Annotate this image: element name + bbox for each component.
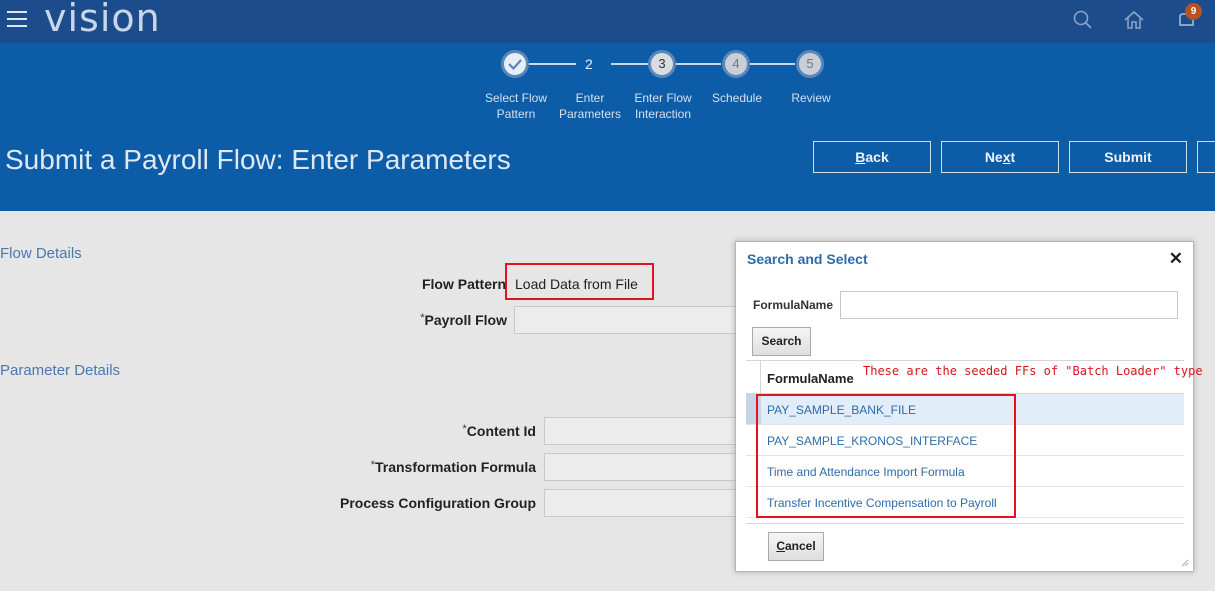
train-step-label-3[interactable]: Enter Flow Interaction bbox=[623, 90, 703, 122]
flow-pattern-highlight bbox=[505, 263, 654, 300]
cancel-button[interactable]: Cancel bbox=[768, 532, 824, 561]
payroll-flow-input[interactable] bbox=[514, 306, 736, 334]
search-and-select-dialog: Search and Select ✕ FormulaName Search F… bbox=[735, 241, 1203, 572]
next-label-prefix: Ne bbox=[984, 149, 1003, 165]
formula-name-column-header[interactable]: FormulaName bbox=[767, 371, 854, 386]
train-step-label-line: Parameters bbox=[558, 107, 622, 121]
checkmark-icon bbox=[508, 59, 522, 71]
flow-pattern-label: Flow Pattern bbox=[421, 276, 506, 292]
train-connector bbox=[676, 63, 721, 65]
content-id-label-text: Content Id bbox=[466, 423, 536, 439]
cancel-hotkey: C bbox=[776, 539, 785, 553]
train-step-3[interactable]: 3 bbox=[648, 50, 676, 78]
train-step-label-5[interactable]: Review bbox=[771, 90, 851, 106]
train-step-label-line: Schedule bbox=[711, 91, 763, 105]
train-connector bbox=[611, 63, 648, 65]
back-hotkey: B bbox=[855, 149, 866, 165]
train-step-1-done[interactable] bbox=[501, 50, 529, 78]
cancel-label-rest: ancel bbox=[784, 539, 816, 553]
app-logo[interactable]: vision bbox=[44, 0, 161, 40]
back-button[interactable]: Back bbox=[813, 141, 931, 173]
transformation-formula-label-text: Transformation Formula bbox=[374, 459, 536, 475]
back-label-rest: ack bbox=[865, 149, 889, 165]
process-configuration-group-input[interactable] bbox=[544, 489, 736, 517]
train-step-label-line: Interaction bbox=[634, 107, 692, 121]
next-hotkey: x bbox=[1002, 149, 1011, 165]
formula-name-label: FormulaName bbox=[753, 298, 834, 312]
formula-name-input[interactable] bbox=[840, 291, 1178, 319]
transformation-formula-label: *Transformation Formula bbox=[340, 459, 536, 475]
close-icon[interactable]: ✕ bbox=[1169, 249, 1183, 269]
dialog-title: Search and Select bbox=[747, 251, 868, 267]
train-step-label-line: Enter Flow bbox=[634, 91, 692, 105]
content-id-label: *Content Id bbox=[400, 423, 537, 439]
row-selector-header bbox=[746, 361, 761, 394]
annotation-note: These are the seeded FFs of "Batch Loade… bbox=[863, 364, 1203, 378]
page-title: Submit a Payroll Flow: Enter Parameters bbox=[5, 144, 511, 175]
process-configuration-group-label: Process Configuration Group bbox=[339, 495, 536, 511]
train-step-label-4[interactable]: Schedule bbox=[697, 90, 777, 106]
flow-details-title[interactable]: Flow Details bbox=[0, 245, 82, 262]
next-button[interactable]: Next bbox=[941, 141, 1059, 173]
train-connector bbox=[529, 63, 576, 65]
train-connector bbox=[750, 63, 795, 65]
dialog-divider bbox=[746, 523, 1184, 524]
train-step-2-current: 2 bbox=[585, 56, 593, 72]
search-button[interactable]: Search bbox=[752, 327, 811, 356]
notification-count-badge: 9 bbox=[1185, 3, 1202, 20]
train-step-5[interactable]: 5 bbox=[796, 50, 824, 78]
submit-button[interactable]: Submit bbox=[1069, 141, 1187, 173]
seeded-formulas-highlight bbox=[756, 394, 1016, 518]
results-header: FormulaName These are the seeded FFs of … bbox=[746, 361, 1203, 394]
menu-icon[interactable] bbox=[7, 11, 27, 29]
train-step-label-2: Enter Parameters bbox=[550, 90, 630, 122]
resize-grip-icon[interactable] bbox=[1181, 559, 1189, 567]
train-step-label-line: Select Flow bbox=[484, 91, 548, 105]
cancel-button-partial[interactable] bbox=[1197, 141, 1215, 173]
train-band bbox=[0, 43, 1215, 211]
top-bar: vision 9 bbox=[0, 0, 1215, 43]
parameter-details-title[interactable]: Parameter Details bbox=[0, 362, 120, 379]
train-step-label-line: Enter bbox=[575, 91, 605, 105]
train-step-label-line: Pattern bbox=[496, 107, 536, 121]
transformation-formula-input[interactable] bbox=[544, 453, 736, 481]
payroll-flow-label: *Payroll Flow bbox=[380, 312, 507, 328]
train-step-label-1[interactable]: Select Flow Pattern bbox=[476, 90, 556, 122]
search-icon[interactable] bbox=[1071, 8, 1095, 32]
train-step-4[interactable]: 4 bbox=[722, 50, 750, 78]
home-icon[interactable] bbox=[1122, 8, 1146, 32]
payroll-flow-label-text: Payroll Flow bbox=[424, 312, 507, 328]
train-step-label-line: Review bbox=[791, 91, 831, 105]
next-label-rest: t bbox=[1010, 149, 1016, 165]
content-id-input[interactable] bbox=[544, 417, 736, 445]
